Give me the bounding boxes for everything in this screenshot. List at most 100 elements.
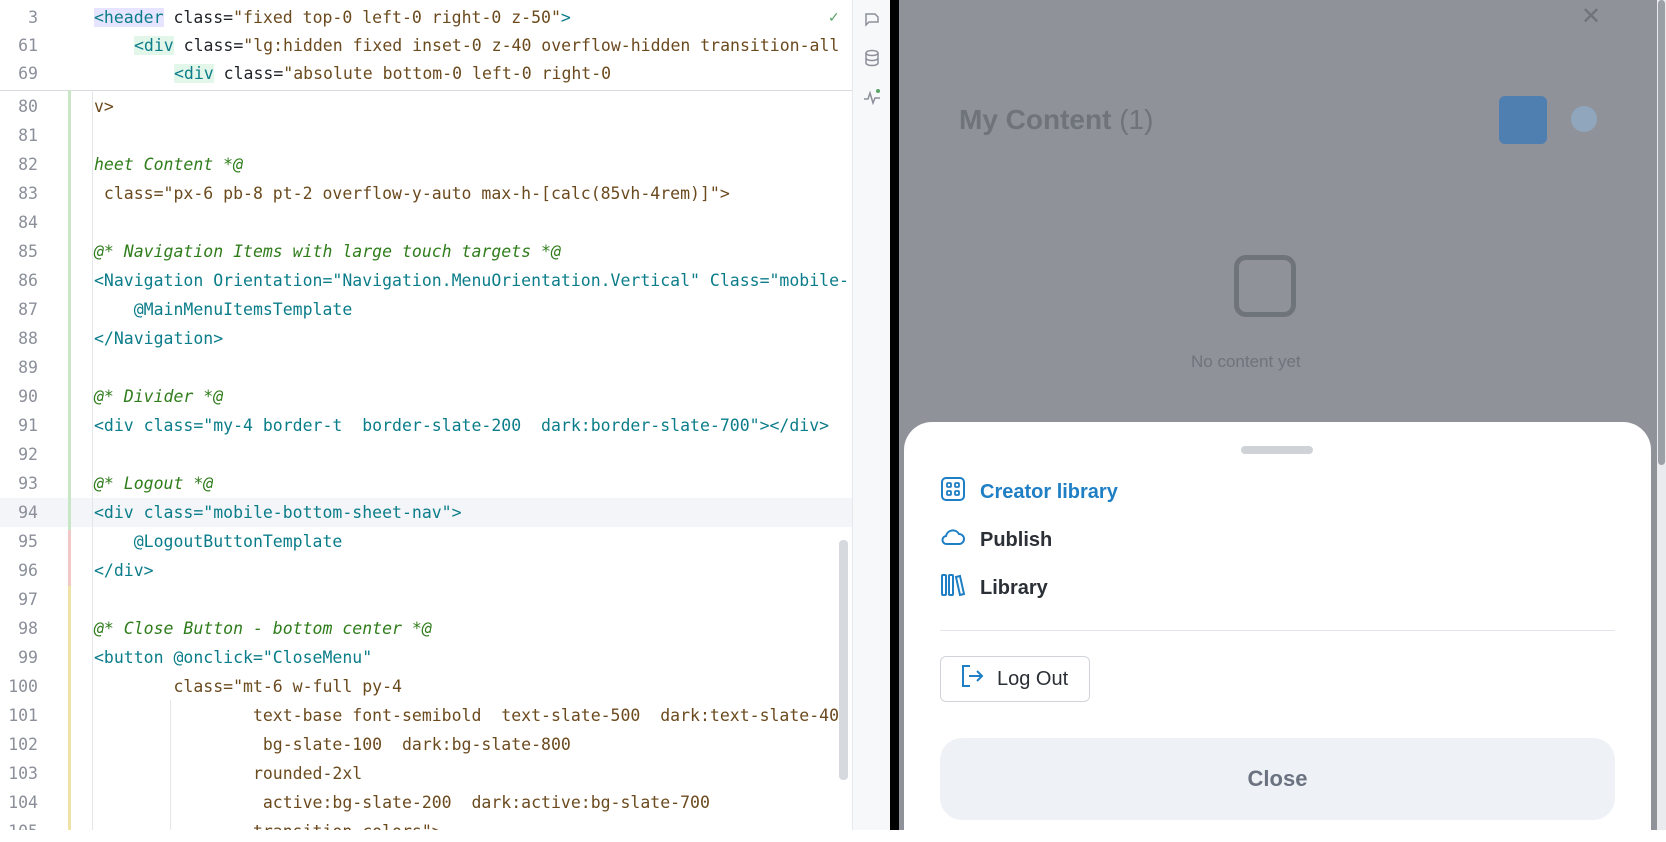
indent-guide [92,90,93,830]
line-number: 97 [18,590,38,609]
line-number: 82 [18,155,38,174]
indent-guide [170,700,171,830]
code-text: </Navigation> [94,329,224,348]
line-number: 83 [18,184,38,203]
line-number: 94 [18,503,38,522]
line-number: 101 [8,706,38,725]
nav-item-publish[interactable]: Publish [940,522,1052,558]
close-button[interactable]: Close [940,738,1615,820]
ai-assistant-icon[interactable] [863,10,881,28]
code-text: @* Navigation Items with large touch tar… [94,242,561,261]
code-line[interactable]: 91 <div class="my-4 border-t border-slate… [0,411,852,440]
code-text: text-base font-semibold text-slate-500 d… [94,706,840,725]
code-text: @* Divider *@ [94,387,224,406]
change-gutter-added [68,90,71,530]
line-number: 93 [18,474,38,493]
logout-icon [959,663,985,695]
check-icon: ✓ [828,9,840,25]
books-icon [940,572,966,604]
code-text: heet Content *@ [94,155,244,174]
code-line[interactable]: 92 [0,440,852,469]
line-number: 91 [18,416,38,435]
code-text: @* Close Button - bottom center *@ [94,619,432,638]
code-line[interactable]: 101 text-base font-semibold text-slate-5… [0,701,852,730]
nav-item-label: Library [980,576,1048,599]
code-line[interactable]: 104 active:bg-slate-200 dark:active:bg-s… [0,788,852,817]
code-line[interactable]: 96 </div> [0,556,852,585]
sticky-line[interactable]: 3 <header class="fixed top-0 left-0 righ… [0,3,852,32]
code-text: </div> [94,561,154,580]
code-line[interactable]: 87 @MainMenuItemsTemplate [0,295,852,324]
code-line[interactable]: 89 [0,353,852,382]
sticky-line[interactable]: 69 <div class="absolute bottom-0 left-0 … [0,59,852,88]
scrollbar-thumb[interactable] [1658,0,1665,465]
code-line[interactable]: 105 transition-colors"> [0,817,852,830]
code-text: active:bg-slate-200 dark:active:bg-slate… [94,793,710,812]
code-line[interactable]: 83 class="px-6 pb-8 pt-2 overflow-y-auto… [0,179,852,208]
code-text: bg-slate-100 dark:bg-slate-800 [94,735,571,754]
code-text: rounded-2xl [94,764,363,783]
drag-handle[interactable] [1241,446,1313,454]
code-text: @LogoutButtonTemplate [94,532,343,551]
line-number: 95 [18,532,38,551]
code-line[interactable]: 99 <button @onclick="CloseMenu" [0,643,852,672]
code-text: transition-colors"> [94,817,442,830]
line-number: 105 [0,817,38,830]
activity-icon[interactable] [863,88,881,106]
logout-button[interactable]: Log Out [940,656,1090,702]
code-line[interactable]: 95 @LogoutButtonTemplate [0,527,852,556]
sticky-line[interactable]: 61 <div class="lg:hidden fixed inset-0 z… [0,31,852,60]
line-number: 92 [18,445,38,464]
code-text: <div class="absolute bottom-0 left-0 rig… [174,64,612,83]
line-number: 90 [18,387,38,406]
grid-icon [940,476,966,508]
code-text: class="px-6 pb-8 pt-2 overflow-y-auto ma… [94,184,730,203]
code-text: <header class="fixed top-0 left-0 right-… [94,8,571,27]
line-number: 3 [28,8,38,27]
code-editor[interactable]: 3 <header class="fixed top-0 left-0 righ… [0,0,852,830]
line-number: 98 [18,619,38,638]
code-line[interactable]: 102 bg-slate-100 dark:bg-slate-800 [0,730,852,759]
code-line[interactable]: 84 [0,208,852,237]
line-number: 80 [18,97,38,116]
line-number: 84 [18,213,38,232]
code-line[interactable]: 100 class="mt-6 w-full py-4 [0,672,852,701]
nav-item-label: Creator library [980,480,1118,503]
divider [940,630,1615,631]
code-line[interactable]: 81 [0,121,852,150]
code-line[interactable]: 82 heet Content *@ [0,150,852,179]
code-text: @* Logout *@ [94,474,214,493]
change-gutter-modified [68,586,71,830]
avatar [1571,106,1597,132]
line-number: 96 [18,561,38,580]
line-number: 87 [18,300,38,319]
code-line[interactable]: 98 @* Close Button - bottom center *@ [0,614,852,643]
line-number: 104 [8,793,38,812]
code-line[interactable]: 86 <Navigation Orientation="Navigation.Me… [0,266,852,295]
nav-item-creator-library[interactable]: Creator library [940,474,1118,510]
code-line[interactable]: 90 @* Divider *@ [0,382,852,411]
code-line[interactable]: 103 rounded-2xl [0,759,852,788]
line-number: 100 [8,677,38,696]
sticky-scroll-header: 3 <header class="fixed top-0 left-0 righ… [0,0,852,91]
database-icon[interactable] [863,49,881,67]
line-number: 61 [18,36,38,55]
editor-scrollbar[interactable] [839,540,848,780]
nav-item-library[interactable]: Library [940,570,1048,606]
empty-content-icon [1234,255,1296,317]
code-line[interactable]: 80 v> [0,92,852,121]
preview-scrollbar[interactable] [1657,0,1666,830]
close-icon: ✕ [1581,3,1602,30]
code-text: <button @onclick="CloseMenu" [94,648,373,667]
code-line[interactable]: 88 </Navigation> [0,324,852,353]
code-line[interactable]: 85 @* Navigation Items with large touch t… [0,237,852,266]
line-number: 81 [18,126,38,145]
code-line[interactable]: 97 [0,585,852,614]
code-text: <div class="lg:hidden fixed inset-0 z-40… [134,36,840,55]
code-text: <div class="my-4 border-t border-slate-2… [94,416,830,435]
code-text: <div class="mobile-bottom-sheet-nav"> [94,503,462,522]
code-line[interactable]: 93 @* Logout *@ [0,469,852,498]
line-number: 102 [8,735,38,754]
code-line[interactable]: 94 <div class="mobile-bottom-sheet-nav"> [0,498,852,527]
code-text: class="mt-6 w-full py-4 [94,677,402,696]
